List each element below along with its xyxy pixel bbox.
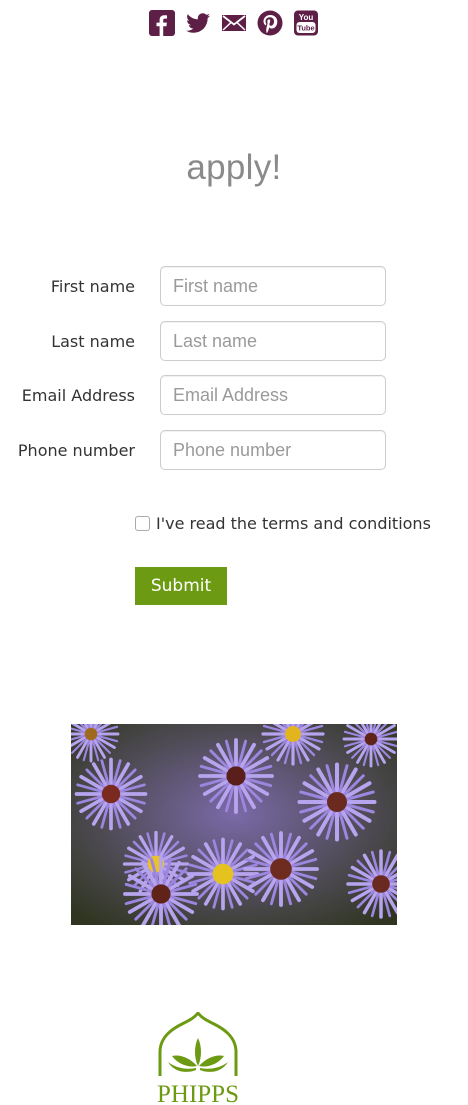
last-name-row: Last name [0, 321, 468, 363]
first-name-label: First name [50, 277, 135, 296]
email-label: Email Address [21, 386, 135, 405]
last-name-label: Last name [51, 332, 135, 351]
flower-photo [71, 724, 397, 925]
email-link[interactable] [221, 10, 247, 36]
facebook-icon [149, 10, 175, 36]
phone-row: Phone number [0, 430, 468, 472]
phone-input[interactable] [160, 430, 386, 470]
social-links: You Tube [0, 10, 468, 38]
logo-text: PHIPPS [157, 1081, 239, 1105]
email-row: Email Address [0, 375, 468, 417]
phipps-logo[interactable]: PHIPPS [150, 1012, 246, 1105]
terms-checkbox[interactable] [135, 516, 150, 531]
twitter-icon [186, 13, 210, 33]
page-title: apply! [186, 148, 282, 187]
twitter-link[interactable] [185, 10, 211, 36]
phone-label: Phone number [17, 441, 135, 460]
pinterest-icon [257, 10, 283, 36]
svg-text:Tube: Tube [297, 24, 314, 33]
terms-label: I've read the terms and conditions [156, 514, 431, 533]
facebook-link[interactable] [149, 10, 175, 36]
email-icon [222, 15, 246, 31]
youtube-icon: You Tube [294, 10, 318, 36]
first-name-row: First name [0, 266, 468, 308]
first-name-input[interactable] [160, 266, 386, 306]
pinterest-link[interactable] [257, 10, 283, 36]
svg-text:You: You [299, 13, 314, 22]
last-name-input[interactable] [160, 321, 386, 361]
page: You Tube apply! First name Last name Ema… [0, 0, 468, 1105]
terms-row[interactable]: I've read the terms and conditions [135, 514, 431, 533]
submit-button[interactable]: Submit [135, 567, 227, 605]
youtube-link[interactable]: You Tube [293, 10, 319, 36]
email-input[interactable] [160, 375, 386, 415]
